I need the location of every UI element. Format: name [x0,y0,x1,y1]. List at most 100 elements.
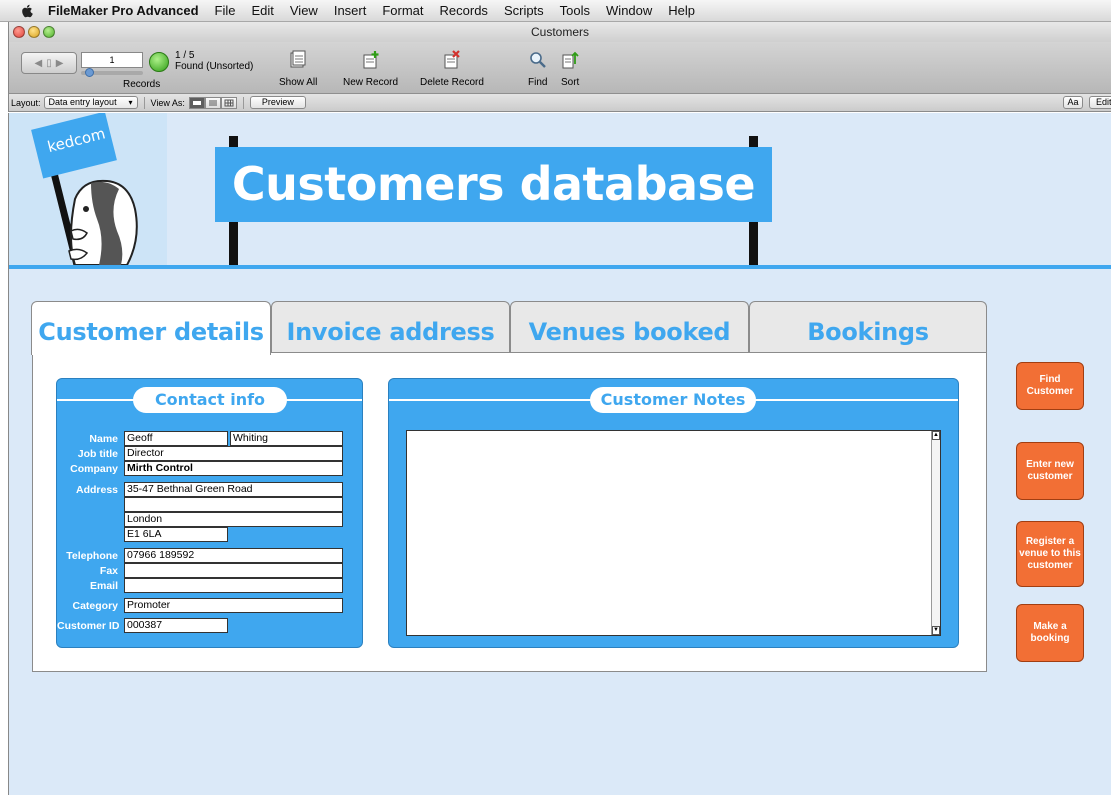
current-record-input[interactable]: 1 [81,52,143,68]
email-label: Email [89,579,118,592]
preview-button[interactable]: Preview [249,96,306,109]
layout-bar: Layout: Data entry layout ▾ View As: Pre… [8,94,1111,112]
find-customer-button[interactable]: Find Customer [1016,362,1084,410]
apple-icon[interactable] [20,4,34,18]
menu-tools[interactable]: Tools [560,3,590,18]
logo-panel: kedcom [9,113,167,267]
toolbar-divider [242,96,244,109]
telephone-row: Telephone 07966 189592 [57,548,343,563]
contact-info-panel: Contact info Name Geoff Whiting Job titl… [56,378,363,648]
tab-invoice-address[interactable]: Invoice address [271,301,510,353]
zoom-window-button[interactable] [43,26,55,38]
layout-label: Layout: [11,97,41,108]
fax-field[interactable] [124,563,343,578]
records-label: Records [123,79,161,90]
menu-window[interactable]: Window [606,3,652,18]
tab-panel-customer-details: Contact info Name Geoff Whiting Job titl… [32,352,987,672]
view-as-form-button[interactable] [188,96,205,109]
book-icon: ▯ [46,57,52,69]
address-line-2-field[interactable] [124,497,343,512]
find-button[interactable]: Find [528,50,547,88]
layout-select[interactable]: Data entry layout ▾ [43,96,138,109]
menu-help[interactable]: Help [668,3,695,18]
previous-record-icon[interactable]: ◀ [35,58,43,69]
menu-scripts[interactable]: Scripts [504,3,544,18]
company-field[interactable]: Mirth Control [124,461,343,476]
window-titlebar: Customers [8,22,1111,42]
customer-id-label: Customer ID [57,619,120,632]
make-booking-button[interactable]: Make a booking [1016,604,1084,662]
delete-record-button[interactable]: Delete Record [420,50,484,88]
job-title-row: Job title Director [57,446,343,461]
menu-records[interactable]: Records [440,3,488,18]
postcode-field[interactable]: E1 6LA [124,527,228,542]
menu-insert[interactable]: Insert [334,3,367,18]
company-row: Company Mirth Control [57,461,343,476]
tab-venues-booked[interactable]: Venues booked [510,301,749,353]
category-row: Category Promoter [57,598,343,613]
address-row-3: London [57,512,343,527]
font-size-button[interactable]: Aa [1063,96,1083,109]
company-label: Company [70,462,118,475]
menu-format[interactable]: Format [382,3,423,18]
find-label: Find [528,77,548,88]
view-as-list-button[interactable] [204,96,221,109]
menu-view[interactable]: View [290,3,318,18]
register-venue-button[interactable]: Register a venue to this customer [1016,521,1084,587]
magnifier-icon [529,52,546,68]
toolbar-divider [143,96,145,109]
customer-notes-heading: Customer Notes [590,387,756,413]
slider-knob[interactable] [85,68,94,77]
telephone-field[interactable]: 07966 189592 [124,548,343,563]
new-record-label: New Record [343,77,399,88]
close-window-button[interactable] [13,26,25,38]
category-label: Category [72,599,118,612]
delete-record-icon [444,50,460,69]
customer-notes-textarea[interactable]: ▲ ▼ [406,430,941,636]
email-field[interactable] [124,578,343,593]
category-field[interactable]: Promoter [124,598,343,613]
address-row-1: Address 35-47 Bethnal Green Road [57,482,343,497]
menu-app-name[interactable]: FileMaker Pro Advanced [48,3,199,18]
page-title: Customers database [215,147,772,222]
menu-edit[interactable]: Edit [251,3,273,18]
minimize-window-button[interactable] [28,26,40,38]
address-row-2 [57,497,343,512]
form-view-icon [192,100,201,105]
address-line-1-field[interactable]: 35-47 Bethnal Green Road [124,482,343,497]
found-status: Found (Unsorted) [175,61,254,72]
sort-button[interactable]: Sort [561,50,579,88]
scroll-up-icon[interactable]: ▲ [932,431,940,440]
list-view-icon [208,100,217,105]
customer-id-row: Customer ID 000387 [57,618,228,633]
email-row: Email [57,578,343,593]
fax-row: Fax [57,563,343,578]
address-label: Address [75,483,118,496]
show-all-label: Show All [279,77,318,88]
first-name-field[interactable]: Geoff [124,431,228,446]
notes-scrollbar[interactable]: ▲ ▼ [931,431,940,635]
scroll-down-icon[interactable]: ▼ [932,626,940,635]
postcode-row: E1 6LA [57,527,228,542]
view-as-table-button[interactable] [220,96,237,109]
job-title-label: Job title [77,447,118,460]
last-name-field[interactable]: Whiting [230,431,343,446]
record-book-navigator[interactable]: ◀ ▯ ▶ [21,52,77,74]
edit-layout-button[interactable]: Edit [1089,96,1111,109]
city-field[interactable]: London [124,512,343,527]
tab-customer-details[interactable]: Customer details [31,301,271,355]
job-title-field[interactable]: Director [124,446,343,461]
record-slider[interactable] [81,68,143,77]
enter-new-customer-button[interactable]: Enter new customer [1016,442,1084,500]
show-all-button[interactable]: Show All [279,50,317,88]
customer-id-field[interactable]: 000387 [124,618,228,633]
menu-file[interactable]: File [215,3,236,18]
fax-label: Fax [99,564,118,577]
telephone-label: Telephone [66,549,118,562]
view-as-label: View As: [150,97,185,108]
found-set-pie-icon[interactable] [149,52,169,72]
sort-icon [562,51,579,69]
next-record-icon[interactable]: ▶ [56,58,64,69]
tab-bookings[interactable]: Bookings [749,301,987,353]
new-record-button[interactable]: New Record [343,50,398,88]
